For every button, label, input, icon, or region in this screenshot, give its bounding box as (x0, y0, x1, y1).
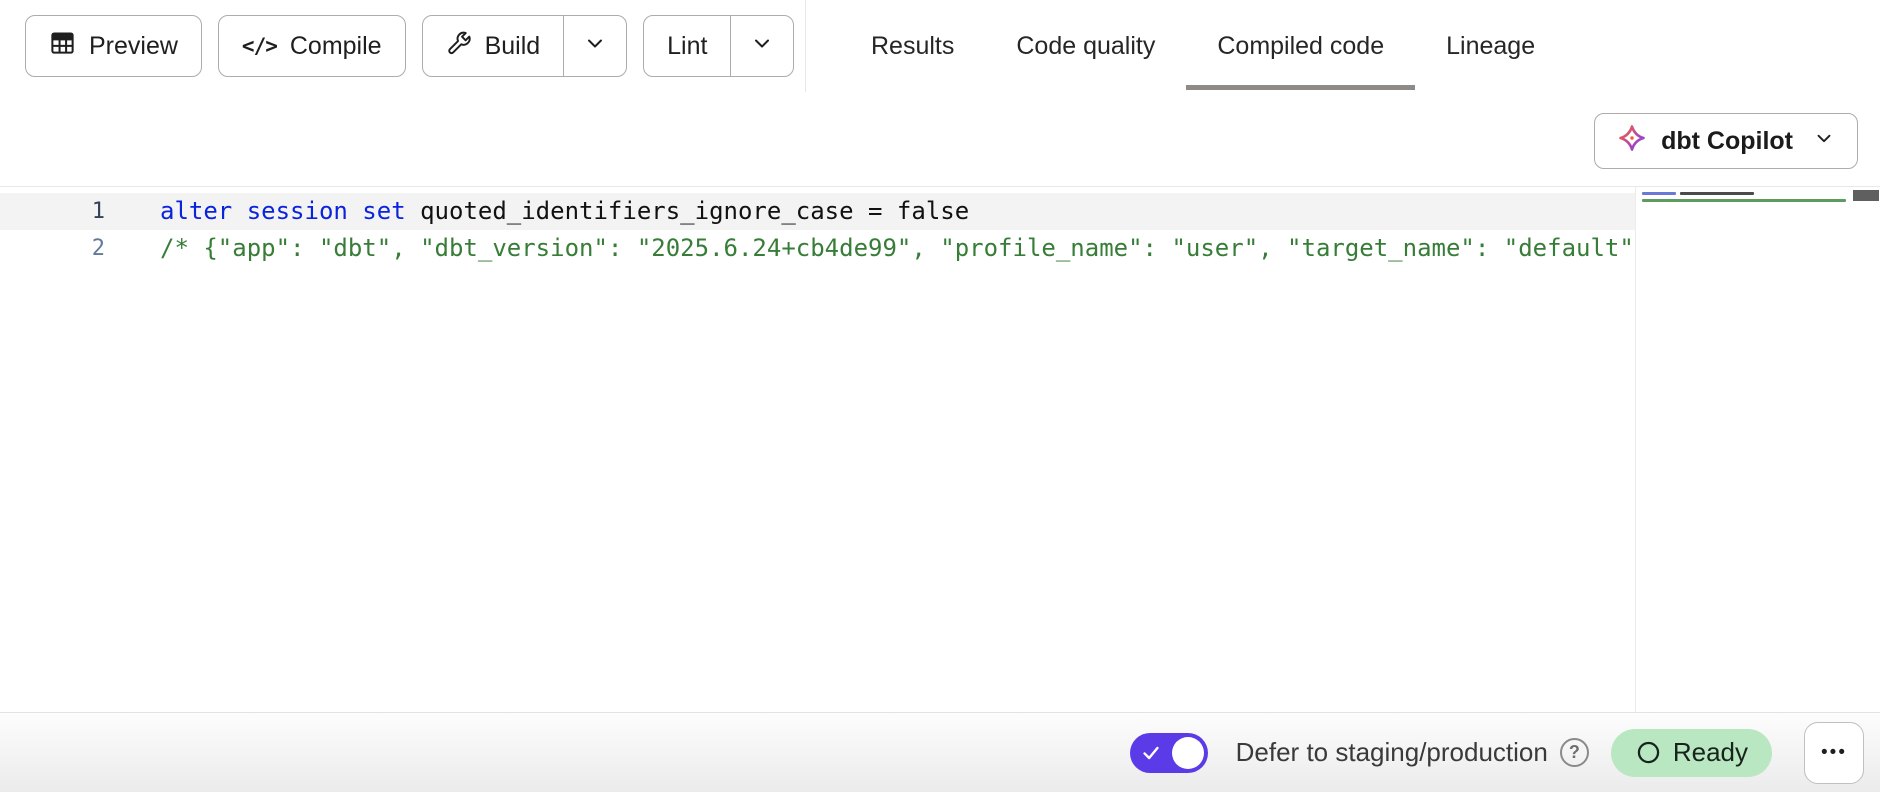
tab-lineage[interactable]: Lineage (1415, 0, 1566, 92)
wrench-icon (446, 30, 472, 63)
chevron-down-icon (750, 31, 774, 62)
compile-button-label: Compile (290, 32, 382, 61)
lint-split-button: Lint (643, 15, 794, 77)
preview-button-body[interactable]: Preview (26, 16, 201, 76)
toggle-knob (1172, 737, 1204, 769)
minimap[interactable] (1635, 187, 1852, 712)
tab-results[interactable]: Results (840, 0, 985, 92)
build-split-button: Build (422, 15, 628, 77)
vertical-scrollbar[interactable] (1852, 187, 1880, 712)
compile-button-body[interactable]: </> Compile (219, 16, 405, 76)
ellipsis-icon: ••• (1821, 742, 1847, 764)
toolbar-button-group: Preview </> Compile Build (0, 15, 794, 77)
toolbar: Preview </> Compile Build (0, 0, 1880, 92)
scrollbar-thumb[interactable] (1853, 190, 1879, 201)
copilot-row: dbt Copilot (1594, 113, 1858, 169)
minimap-code-preview-line2 (1642, 199, 1846, 202)
defer-label: Defer to staging/production (1236, 737, 1548, 768)
preview-button-label: Preview (89, 32, 178, 61)
code-line-text[interactable]: /* {"app": "dbt", "dbt_version": "2025.6… (105, 230, 1634, 267)
build-button-label: Build (485, 32, 541, 61)
code-line-text[interactable]: alter session set quoted_identifiers_ign… (105, 193, 969, 230)
build-button[interactable]: Build (423, 16, 564, 76)
lint-button-label: Lint (667, 32, 707, 61)
more-options-button[interactable]: ••• (1804, 722, 1864, 784)
line-number[interactable]: 2 (0, 230, 105, 267)
chevron-down-icon (1813, 127, 1835, 156)
status-badge: Ready (1611, 729, 1772, 777)
checkmark-icon (1140, 742, 1162, 769)
defer-toggle[interactable] (1130, 733, 1208, 773)
lint-button[interactable]: Lint (644, 16, 730, 76)
lint-dropdown-button[interactable] (730, 16, 793, 76)
toolbar-divider (805, 0, 806, 92)
tab-code-quality[interactable]: Code quality (985, 0, 1186, 92)
circle-status-icon (1635, 739, 1662, 766)
dbt-copilot-button[interactable]: dbt Copilot (1594, 113, 1858, 169)
sql-plain-token: quoted_identifiers_ignore_case = false (406, 197, 970, 225)
tab-compiled-code[interactable]: Compiled code (1186, 0, 1415, 92)
tab-lineage-label: Lineage (1446, 32, 1535, 61)
tab-code-quality-label: Code quality (1016, 32, 1155, 61)
dbt-copilot-label: dbt Copilot (1661, 127, 1793, 156)
tab-compiled-code-label: Compiled code (1217, 32, 1384, 61)
copilot-sparkle-icon (1617, 123, 1647, 160)
code-icon: </> (242, 34, 277, 58)
code-line-2[interactable]: 2 /* {"app": "dbt", "dbt_version": "2025… (0, 230, 1635, 267)
sql-comment-token: /* {"app": "dbt", "dbt_version": "2025.6… (160, 234, 1634, 262)
code-line-1[interactable]: 1 alter session set quoted_identifiers_i… (0, 193, 1635, 230)
panel-tabs: Results Code quality Compiled code Linea… (840, 0, 1566, 92)
chevron-down-icon (583, 31, 607, 62)
preview-button[interactable]: Preview (25, 15, 202, 77)
help-icon[interactable]: ? (1560, 738, 1589, 767)
line-number[interactable]: 1 (0, 193, 105, 230)
code-area[interactable]: 1 alter session set quoted_identifiers_i… (0, 193, 1635, 267)
build-dropdown-button[interactable] (563, 16, 626, 76)
dbt-ide-compiled-code-panel: Preview </> Compile Build (0, 0, 1880, 792)
footer-bar: Defer to staging/production ? Ready ••• (0, 712, 1880, 792)
minimap-code-preview-line1 (1642, 192, 1754, 195)
compiled-code-editor[interactable]: 1 alter session set quoted_identifiers_i… (0, 186, 1880, 712)
compile-button[interactable]: </> Compile (218, 15, 406, 77)
status-badge-label: Ready (1673, 737, 1748, 768)
table-icon (49, 29, 76, 63)
tab-results-label: Results (871, 32, 954, 61)
sql-keyword-token: alter session set (160, 197, 406, 225)
